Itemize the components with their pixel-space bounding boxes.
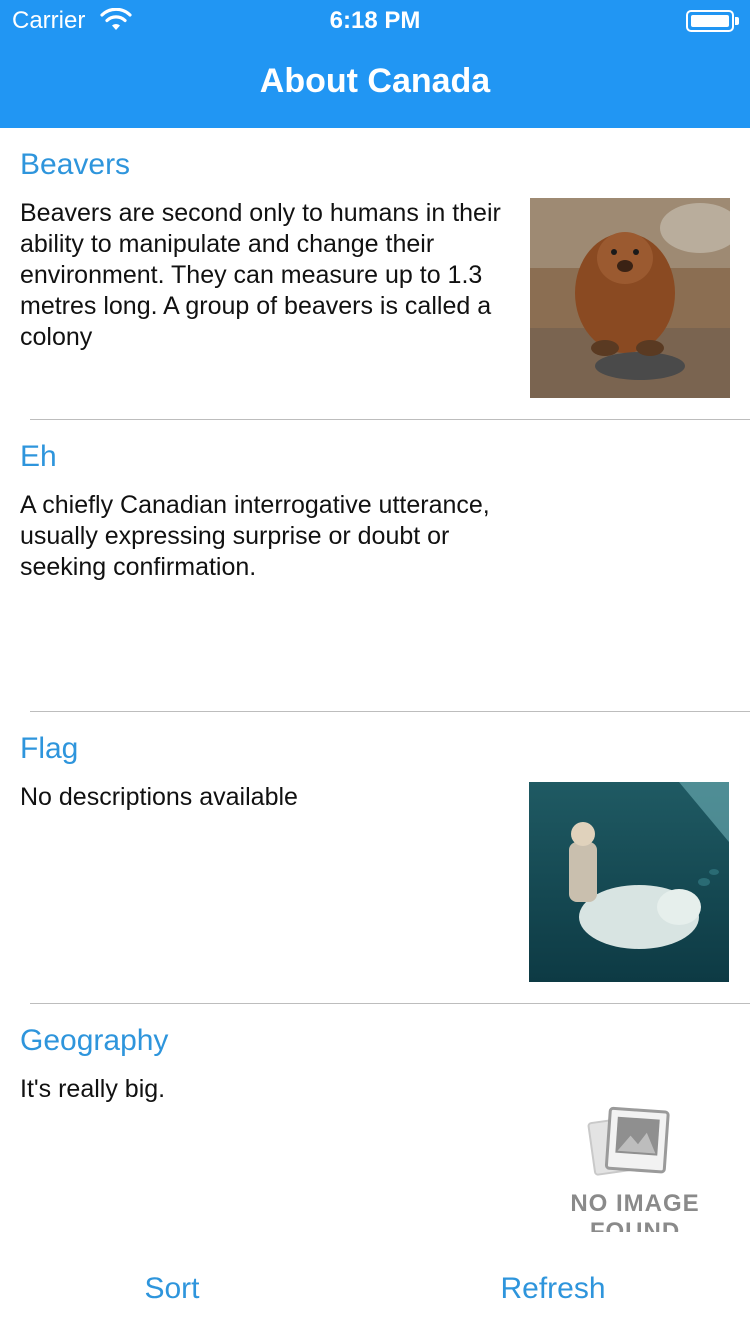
item-title: Beavers xyxy=(20,148,131,181)
item-description: Beavers are second only to humans in the… xyxy=(20,199,501,351)
beaver-image xyxy=(530,198,730,398)
battery-icon xyxy=(686,10,739,32)
bottom-toolbar: Sort Refresh xyxy=(0,1232,750,1334)
item-description: A chiefly Canadian interrogative utteran… xyxy=(20,491,490,581)
app-header: Carrier 6:18 PM About Canada xyxy=(0,0,750,128)
refresh-button[interactable]: Refresh xyxy=(453,1272,653,1306)
item-description: It's really big. xyxy=(20,1075,166,1103)
image-placeholder-icon xyxy=(587,1106,670,1176)
list-item[interactable]: Beavers Beavers are second only to human… xyxy=(0,128,750,420)
item-description: No descriptions available xyxy=(20,783,298,811)
item-title: Flag xyxy=(20,732,79,765)
list-item[interactable]: Eh A chiefly Canadian interrogative utte… xyxy=(0,420,750,712)
no-image-text: NO IMAGE FOUND xyxy=(570,1190,700,1232)
sort-button[interactable]: Sort xyxy=(72,1272,272,1306)
list-item[interactable]: Flag No descriptions available xyxy=(0,712,750,1004)
clock: 6:18 PM xyxy=(329,7,421,34)
item-title: Eh xyxy=(20,440,57,473)
status-bar: Carrier 6:18 PM xyxy=(0,0,750,40)
facts-list[interactable]: Beavers Beavers are second only to human… xyxy=(0,128,750,1232)
item-title: Geography xyxy=(20,1024,169,1057)
page-title: About Canada xyxy=(259,62,491,100)
polar-bear-image xyxy=(529,782,729,982)
list-item[interactable]: Geography It's really big. NO IMAGE FOUN… xyxy=(0,1004,750,1232)
no-image-placeholder: NO IMAGE FOUND xyxy=(560,1104,710,1232)
